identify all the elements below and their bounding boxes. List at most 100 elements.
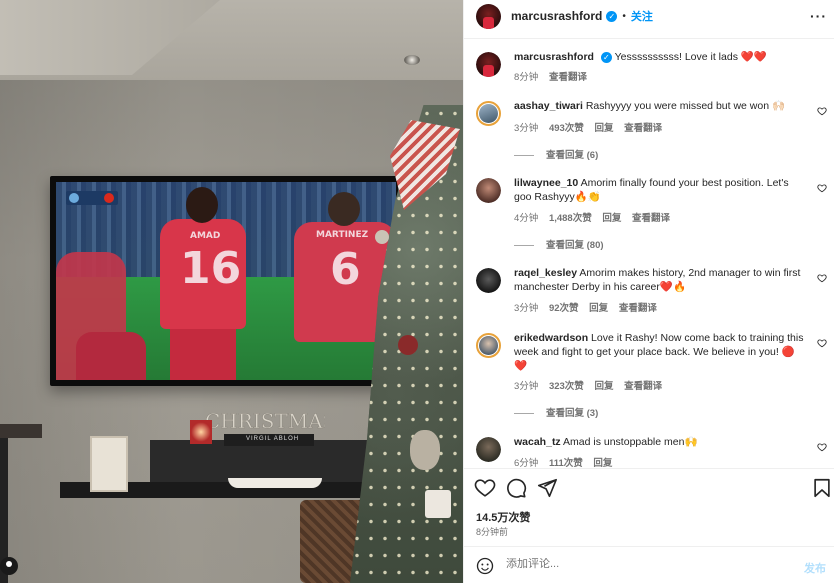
comment-meta: 3分钟 323次赞 回复 查看翻译 [514, 378, 670, 392]
translate-button[interactable]: 查看翻译 [624, 381, 662, 392]
post-header: marcusrashford ✓ • 关注 ··· [464, 0, 834, 32]
comment-meta: 6分钟 111次赞 回复 [514, 455, 620, 467]
comment-time: 4分钟 [514, 213, 539, 224]
reply-button[interactable]: 回复 [602, 213, 621, 224]
heart-icon[interactable] [817, 106, 827, 116]
ornament [425, 490, 451, 518]
comment-likes[interactable]: 92次赞 [549, 303, 579, 314]
tv-screen: AMAD 16 MARTINEZ 6 [56, 182, 396, 380]
action-bar [474, 477, 830, 499]
post-panel: marcusrashford ✓ • 关注 ··· marcusrashford… [463, 0, 834, 583]
comment-body: raqel_kesley Amorim makes history, 2nd m… [514, 266, 804, 294]
heart-icon[interactable] [817, 442, 827, 452]
comment-meta: 3分钟 493次赞 回复 查看翻译 [514, 120, 670, 134]
reply-button[interactable]: 回复 [594, 381, 613, 392]
verified-icon: ✓ [606, 10, 618, 22]
shelf [0, 424, 42, 438]
translate-button[interactable]: 查看翻译 [632, 213, 670, 224]
share-icon[interactable] [536, 477, 558, 499]
like-count[interactable]: 14.5万次赞 [476, 509, 530, 525]
book: VIRGIL ABLOH [224, 434, 314, 446]
player-number-left: 16 [180, 243, 242, 294]
caption-body: marcusrashford ✓ Yessssssssss! Love it l… [514, 50, 804, 64]
comment-username[interactable]: aashay_tiwari [514, 100, 583, 112]
comment-time: 3分钟 [514, 123, 539, 134]
caption-username[interactable]: marcusrashford [514, 51, 594, 63]
heart-icon[interactable] [817, 338, 827, 348]
comment-username[interactable]: raqel_kesley [514, 267, 577, 279]
commenter-avatar[interactable] [476, 101, 501, 126]
picture-frame [90, 436, 128, 492]
caption-meta: 8分钟 查看翻译 [514, 69, 595, 83]
more-icon[interactable]: ··· [810, 8, 827, 24]
caption-time: 8分钟 [514, 72, 539, 83]
view-replies-button[interactable]: 查看回复 (6) [514, 147, 598, 161]
comment-meta: 3分钟 92次赞 回复 查看翻译 [514, 300, 665, 314]
reply-button[interactable]: 回复 [593, 458, 612, 467]
ornament [398, 335, 418, 355]
translate-button[interactable]: 查看翻译 [624, 123, 662, 134]
heart-icon[interactable] [817, 273, 827, 283]
comment-likes[interactable]: 323次赞 [549, 381, 584, 392]
caption-text: Yessssssssss! Love it lads ❤️❤️ [614, 51, 768, 63]
comment-likes[interactable]: 1,488次赞 [549, 213, 592, 224]
bowl [228, 478, 322, 488]
commenter-avatar[interactable] [476, 333, 501, 358]
reply-button[interactable]: 回复 [589, 303, 608, 314]
view-replies-button[interactable]: 查看回复 (3) [514, 405, 598, 419]
player-name-right: MARTINEZ [316, 230, 369, 240]
commenter-avatar[interactable] [476, 178, 501, 203]
author-avatar[interactable] [476, 52, 501, 77]
comment-body: erikedwardson Love it Rashy! Now come ba… [514, 331, 804, 373]
comment-text: Amad is unstoppable men🙌 [563, 436, 698, 448]
ceiling-light [404, 55, 420, 65]
player-foreground [76, 332, 146, 380]
post-time: 8分钟前 [476, 527, 509, 537]
divider [464, 546, 834, 547]
comment-time: 3分钟 [514, 381, 539, 392]
author-username[interactable]: marcusrashford [511, 9, 602, 23]
commenter-avatar[interactable] [476, 268, 501, 293]
comment-input[interactable] [506, 558, 766, 570]
player-name-left: AMAD [190, 231, 221, 241]
comment-username[interactable]: lilwaynee_10 [514, 177, 578, 189]
comment-body: wacah_tz Amad is unstoppable men🙌 [514, 435, 804, 449]
comment-body: aashay_tiwari Rashyyyy you were missed b… [514, 99, 804, 113]
author-avatar[interactable] [476, 3, 501, 29]
view-replies-button[interactable]: 查看回复 (80) [514, 237, 604, 251]
comment-text: Rashyyyy you were missed but we won 🙌🏻 [585, 100, 786, 112]
commenter-avatar[interactable] [476, 437, 501, 462]
translate-button[interactable]: 查看翻译 [549, 72, 587, 83]
player-amad: AMAD 16 [158, 187, 246, 380]
post-photo[interactable]: AMAD 16 MARTINEZ 6 CHRISTMAS VIRGIL ABLO… [0, 0, 463, 583]
book-title: VIRGIL ABLOH [246, 436, 300, 442]
scoreboard [66, 191, 118, 205]
bookmark-icon[interactable] [811, 477, 833, 499]
candle [190, 420, 212, 444]
heart-icon[interactable] [474, 477, 496, 499]
verified-icon: ✓ [600, 52, 612, 63]
comment-time: 3分钟 [514, 303, 539, 314]
comment-likes[interactable]: 111次赞 [549, 458, 583, 467]
emoji-icon[interactable] [476, 557, 494, 575]
christmas-sign-text: CHRISTMAS [205, 409, 325, 433]
comment-list[interactable]: marcusrashford ✓ Yessssssssss! Love it l… [464, 44, 834, 467]
follow-button[interactable]: 关注 [631, 8, 653, 24]
comment-username[interactable]: erikedwardson [514, 332, 588, 344]
player-number-right: 6 [330, 244, 361, 295]
separator-dot: • [622, 10, 626, 22]
heart-icon[interactable] [817, 183, 827, 193]
ornament [375, 230, 389, 244]
translate-button[interactable]: 查看翻译 [619, 303, 657, 314]
ornament [410, 430, 440, 470]
divider [464, 38, 834, 39]
comment-meta: 4分钟 1,488次赞 回复 查看翻译 [514, 210, 678, 224]
tagged-user-icon[interactable] [0, 557, 18, 575]
comment-username[interactable]: wacah_tz [514, 436, 561, 448]
divider [464, 468, 834, 469]
comment-body: lilwaynee_10 Amorim finally found your b… [514, 176, 804, 204]
comment-likes[interactable]: 493次赞 [549, 123, 584, 134]
post-comment-button[interactable]: 发布 [804, 560, 826, 576]
reply-button[interactable]: 回复 [594, 123, 613, 134]
comment-icon[interactable] [505, 477, 527, 499]
